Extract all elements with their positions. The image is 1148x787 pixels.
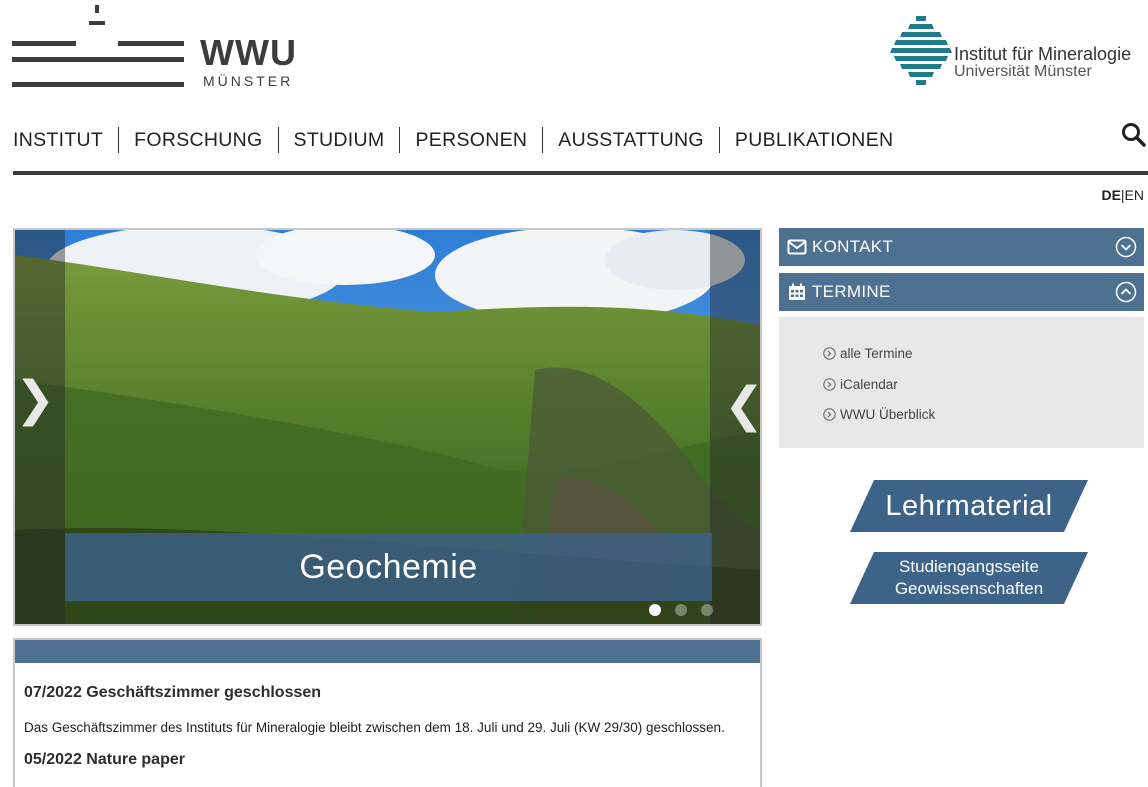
news-item-title[interactable]: 07/2022 Geschäftszimmer geschlossen: [24, 684, 760, 702]
slider-pagination: [649, 604, 713, 616]
chevron-up-icon[interactable]: [1115, 281, 1137, 303]
termine-link-wwu-ueberblick[interactable]: WWU Überblick: [823, 407, 935, 422]
wwu-wordmark: WWU: [200, 32, 297, 73]
nav-item-studium[interactable]: STUDIUM: [277, 127, 400, 153]
news-header-bar: [15, 640, 760, 663]
chevron-right-icon: [823, 347, 836, 360]
studiengangsseite-line2: Geowissenschaften: [894, 579, 1044, 598]
lehrmaterial-button[interactable]: Lehrmaterial: [850, 480, 1088, 532]
slide-caption[interactable]: Geochemie: [65, 533, 712, 601]
studiengangsseite-button-label: Studiengangsseite Geowissenschaften: [850, 552, 1088, 600]
termine-link-alle[interactable]: alle Termine: [823, 346, 913, 361]
chevron-down-icon[interactable]: [1115, 236, 1137, 258]
search-icon[interactable]: [1121, 122, 1147, 148]
wwu-city: MÜNSTER: [203, 73, 294, 89]
studiengangsseite-button[interactable]: Studiengangsseite Geowissenschaften: [850, 552, 1088, 604]
termine-link-icalendar[interactable]: iCalendar: [823, 377, 898, 392]
accordion-kontakt-label: KONTAKT: [812, 237, 894, 256]
calendar-icon: [789, 283, 805, 300]
slider-dot[interactable]: [675, 604, 687, 616]
wwu-logo-mark: [12, 5, 184, 87]
main-navigation: INSTITUT FORSCHUNG STUDIUM PERSONEN AUSS…: [13, 126, 908, 154]
envelope-icon: [787, 239, 807, 255]
news-box: 07/2022 Geschäftszimmer geschlossen Das …: [13, 638, 762, 787]
termine-link-label[interactable]: WWU Überblick: [840, 407, 935, 422]
nav-item-forschung[interactable]: FORSCHUNG: [118, 127, 277, 153]
language-de[interactable]: DE: [1101, 187, 1120, 203]
slider-prev-area[interactable]: ❯: [15, 230, 65, 624]
nav-item-ausstattung[interactable]: AUSSTATTUNG: [542, 127, 719, 153]
slider-dot[interactable]: [701, 604, 713, 616]
institute-logo[interactable]: Institut für Mineralogie Universität Mün…: [890, 14, 1146, 90]
nav-item-personen[interactable]: PERSONEN: [399, 127, 542, 153]
news-item-title[interactable]: 05/2022 Nature paper: [24, 751, 760, 769]
slider-dot[interactable]: [649, 604, 661, 616]
nav-item-institut[interactable]: INSTITUT: [13, 127, 118, 153]
language-en[interactable]: EN: [1125, 187, 1144, 203]
news-item-text: Das Geschäftszimmer des Instituts für Mi…: [24, 720, 725, 735]
termine-panel: alle Termine iCalendar WWU Überblick: [779, 317, 1144, 448]
accordion-termine[interactable]: TERMINE: [779, 273, 1144, 311]
institute-name: Institut für Mineralogie: [954, 44, 1132, 64]
nav-divider: [13, 171, 1148, 175]
wwu-logo[interactable]: WWU MÜNSTER: [12, 5, 302, 89]
institute-crystal-icon: [890, 16, 952, 85]
nav-item-publikationen[interactable]: PUBLIKATIONEN: [718, 127, 909, 153]
image-slider[interactable]: ❯ ❮ Geochemie: [13, 228, 762, 626]
slider-next-icon[interactable]: ❮: [724, 382, 760, 430]
language-switch: DE|EN: [1101, 187, 1144, 203]
termine-link-label[interactable]: alle Termine: [840, 346, 913, 361]
slider-prev-icon[interactable]: ❯: [15, 376, 55, 424]
termine-link-label[interactable]: iCalendar: [840, 377, 898, 392]
university-name: Universität Münster: [954, 63, 1092, 80]
accordion-termine-label: TERMINE: [812, 282, 891, 301]
chevron-right-icon: [823, 378, 836, 391]
slider-next-area[interactable]: ❮: [710, 230, 760, 624]
studiengangsseite-line1: Studiengangsseite: [899, 557, 1039, 576]
chevron-right-icon: [823, 408, 836, 421]
lehrmaterial-button-label: Lehrmaterial: [885, 490, 1053, 522]
accordion-kontakt[interactable]: KONTAKT: [779, 228, 1144, 266]
